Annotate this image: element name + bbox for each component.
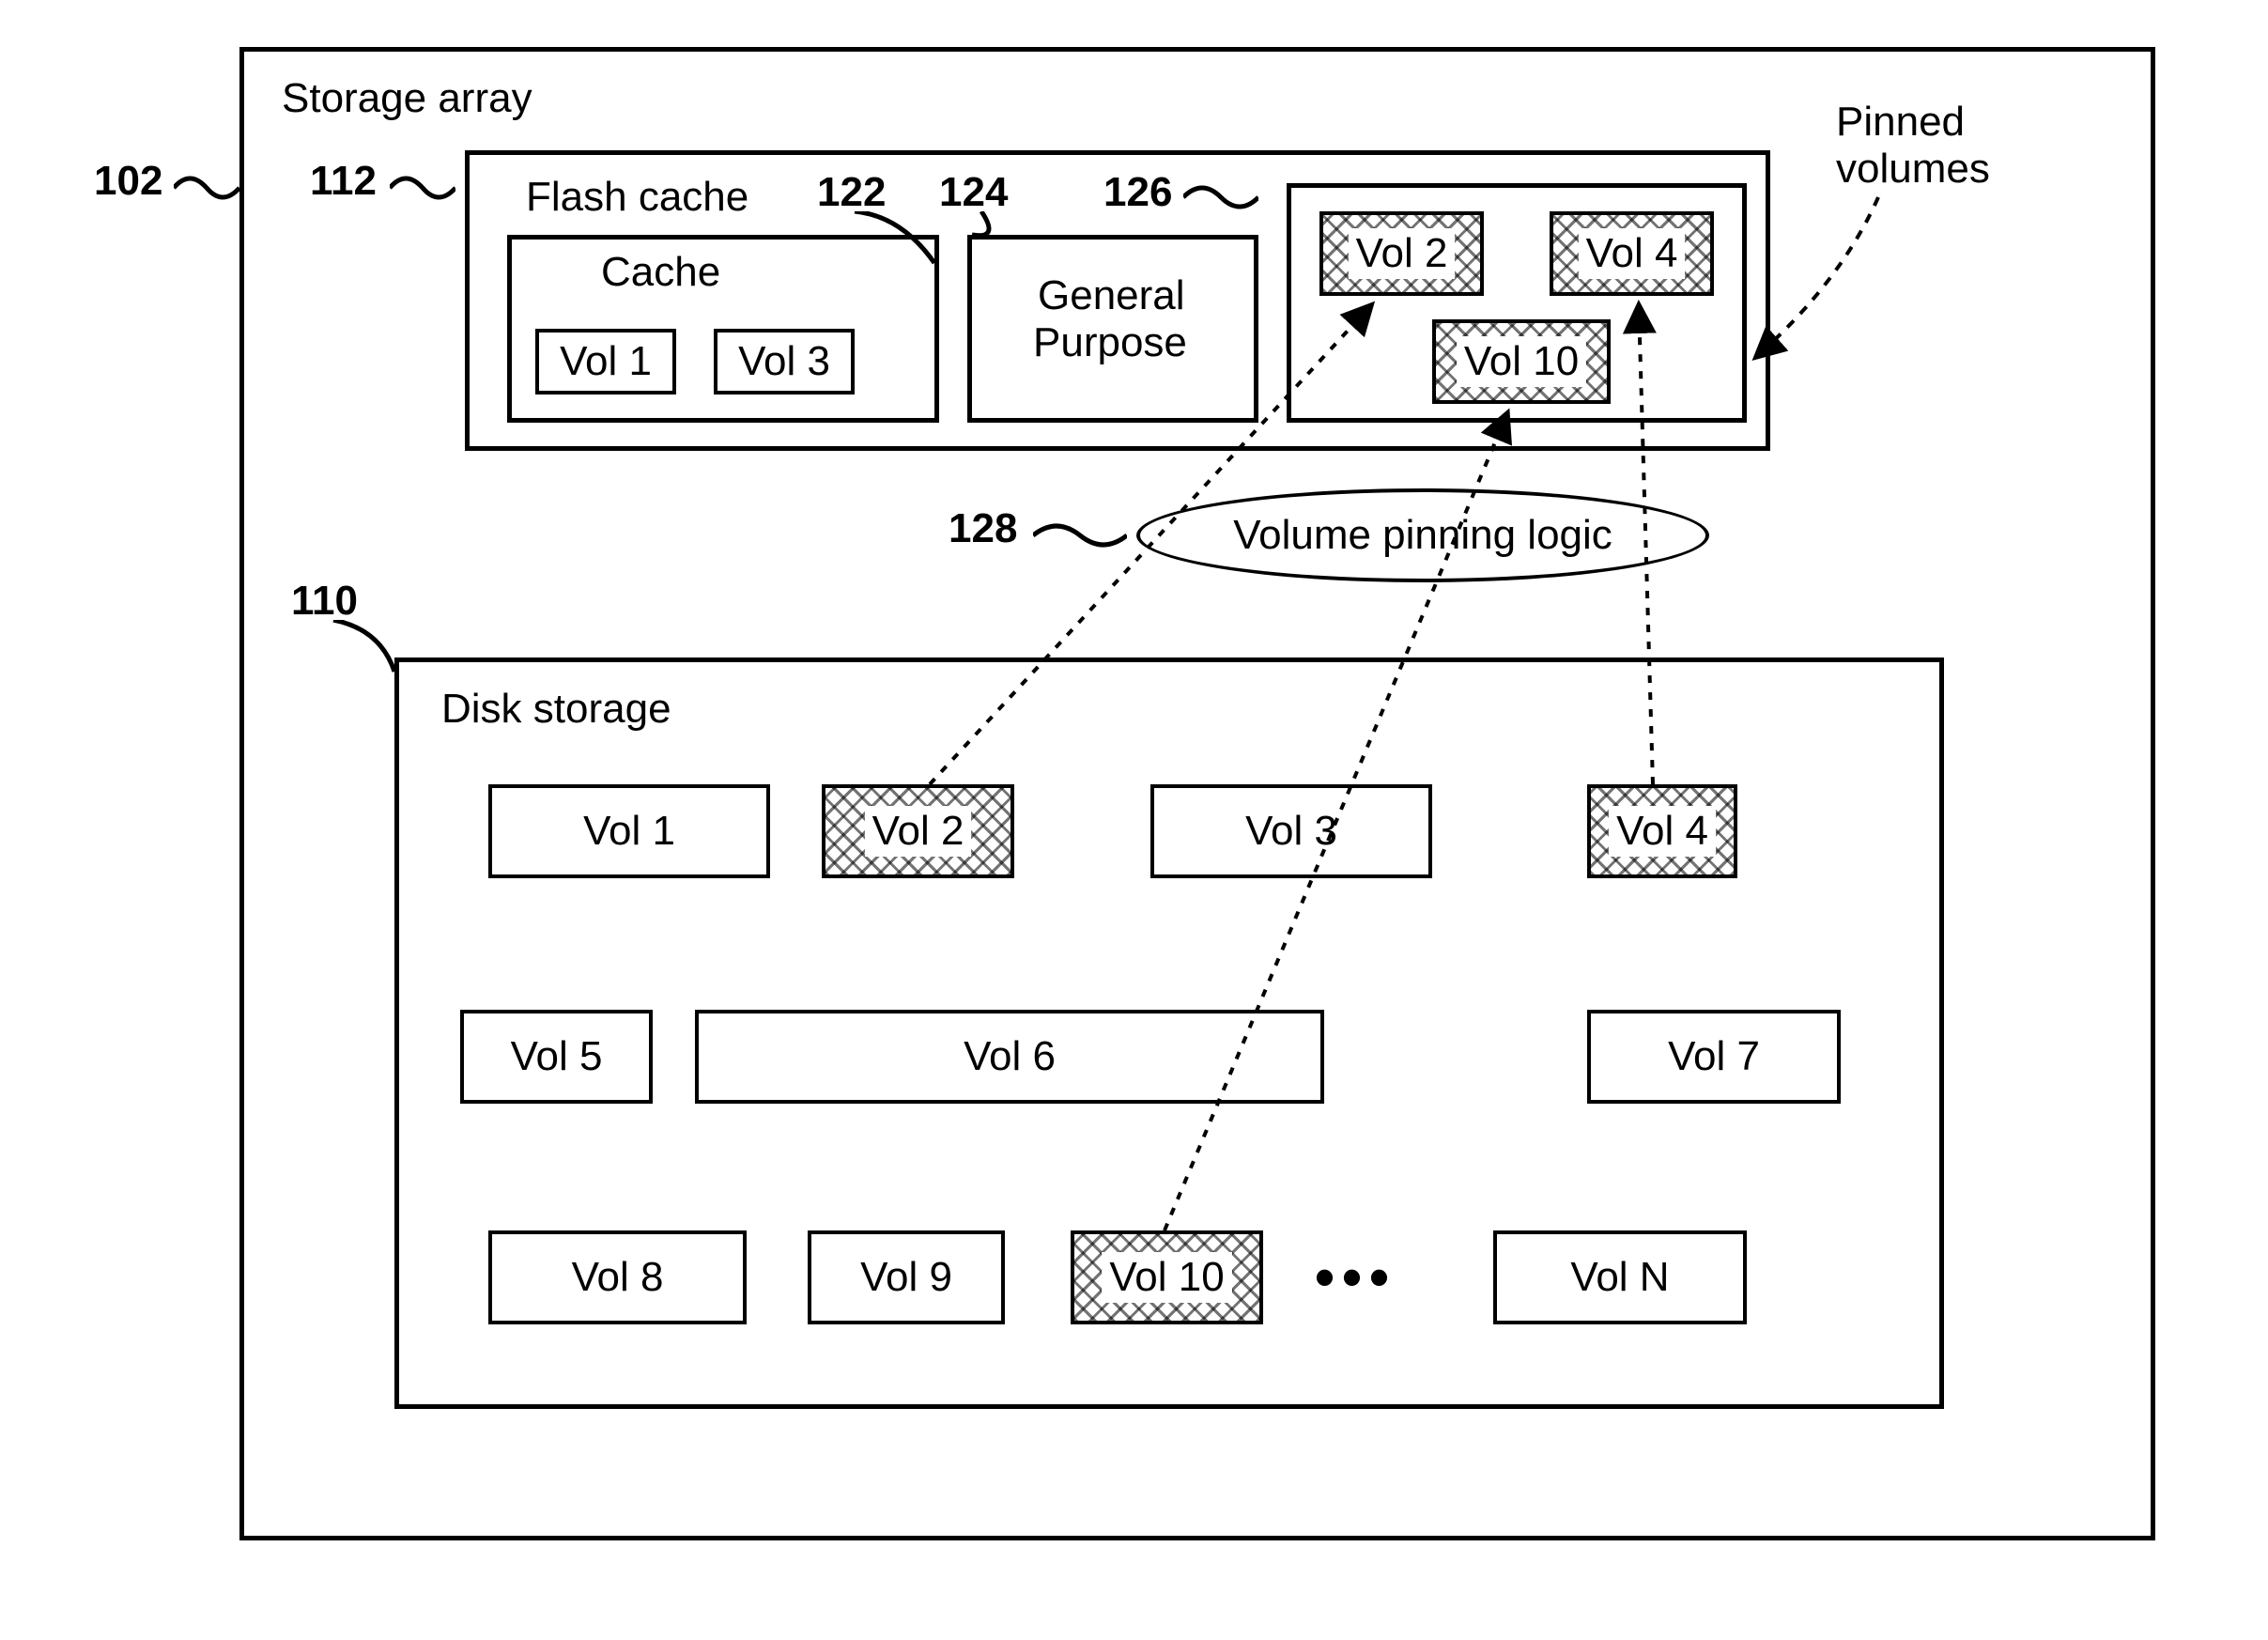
disk-vol-7: Vol 7 bbox=[1587, 1010, 1841, 1104]
volume-pinning-logic: Volume pinning logic bbox=[1136, 488, 1709, 582]
pinned-vol-4: Vol 4 bbox=[1550, 211, 1714, 296]
disk-vol-5: Vol 5 bbox=[460, 1010, 653, 1104]
disk-vol-4: Vol 4 bbox=[1587, 784, 1737, 878]
leader-124 bbox=[972, 211, 1028, 240]
disk-ellipsis: ••• bbox=[1315, 1245, 1396, 1309]
squiggle-128 bbox=[1033, 517, 1127, 554]
ref-126: 126 bbox=[1103, 169, 1172, 216]
ref-110: 110 bbox=[291, 578, 358, 625]
cache-vol-3: Vol 3 bbox=[714, 329, 855, 395]
gp-line2: Purpose bbox=[1033, 319, 1187, 366]
diagram-stage: 102 Storage array 112 Flash cache Cache … bbox=[0, 0, 2268, 1640]
flash-cache-title: Flash cache bbox=[526, 174, 748, 221]
pinned-vol-10: Vol 10 bbox=[1432, 319, 1611, 404]
disk-vol-2: Vol 2 bbox=[822, 784, 1014, 878]
disk-vol-3: Vol 3 bbox=[1150, 784, 1432, 878]
disk-vol-9: Vol 9 bbox=[808, 1230, 1005, 1324]
disk-vol-n: Vol N bbox=[1493, 1230, 1747, 1324]
disk-vol-10: Vol 10 bbox=[1071, 1230, 1263, 1324]
ref-112: 112 bbox=[310, 158, 377, 205]
disk-vol-8: Vol 8 bbox=[488, 1230, 747, 1324]
disk-vol-1: Vol 1 bbox=[488, 784, 770, 878]
squiggle-126 bbox=[1183, 178, 1258, 216]
squiggle-102 bbox=[174, 169, 239, 207]
pinned-label-2: volumes bbox=[1836, 146, 1990, 193]
leader-110 bbox=[324, 620, 399, 676]
cache-title: Cache bbox=[601, 249, 720, 296]
disk-storage-title: Disk storage bbox=[441, 686, 671, 733]
ref-122: 122 bbox=[817, 169, 886, 216]
ref-128: 128 bbox=[949, 505, 1017, 552]
pinned-label-1: Pinned bbox=[1836, 99, 1965, 146]
cache-vol-1: Vol 1 bbox=[535, 329, 676, 395]
pinned-vol-2: Vol 2 bbox=[1319, 211, 1484, 296]
ref-124: 124 bbox=[939, 169, 1008, 216]
leader-122 bbox=[845, 211, 939, 268]
storage-array-title: Storage array bbox=[282, 75, 532, 122]
ref-102: 102 bbox=[94, 158, 162, 205]
disk-vol-6: Vol 6 bbox=[695, 1010, 1324, 1104]
gp-line1: General bbox=[1038, 272, 1185, 319]
squiggle-112 bbox=[390, 169, 455, 207]
